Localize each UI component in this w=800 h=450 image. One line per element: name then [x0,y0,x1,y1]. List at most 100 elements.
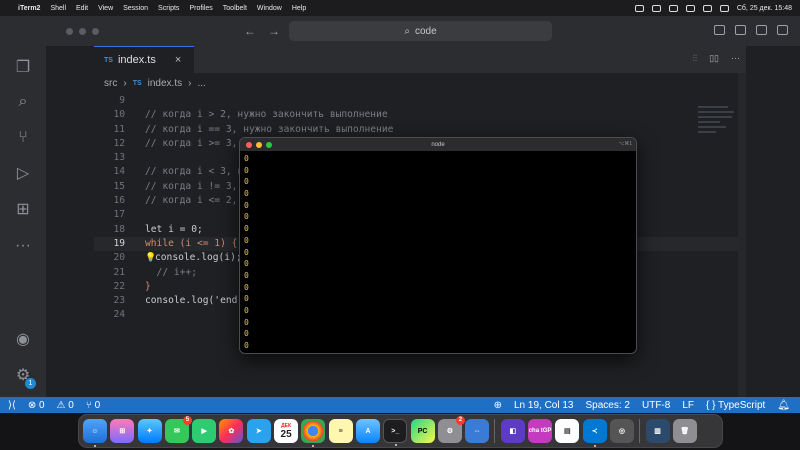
chatgpt-icon[interactable]: cha tGP [528,419,553,443]
zoom-window-button[interactable] [92,27,99,35]
encoding[interactable]: UTF-8 [642,400,670,411]
run-debug-icon[interactable]: ▷ [13,164,33,184]
menu-help[interactable]: Help [292,5,306,12]
status-icon-3[interactable] [668,4,678,12]
finder-icon[interactable]: ☺ [83,419,107,447]
command-center-search[interactable]: ⌕ code [289,21,552,41]
menu-toolbelt[interactable]: Toolbelt [223,5,247,12]
preview-icon[interactable]: ▤ [555,419,580,443]
app-store-icon[interactable]: A [355,419,380,443]
menu-scripts[interactable]: Scripts [158,5,179,12]
terminal-line: 0 [244,282,249,292]
dock-separator [639,419,641,443]
facetime-icon[interactable]: ▶ [192,419,217,443]
explorer-icon[interactable]: ❐ [13,58,33,78]
menubar-clock[interactable]: Сб, 25 дек. 15:48 [737,5,792,12]
code-line[interactable]: 9 [94,94,746,108]
line-text: console.log(i); [155,252,242,264]
terminal-line: 0 [244,200,249,210]
end-of-line[interactable]: LF [682,400,694,411]
menu-profiles[interactable]: Profiles [189,5,212,12]
more-actions-icon[interactable]: ··· [731,53,740,64]
close-window-button[interactable] [66,27,73,35]
photos-icon[interactable]: ✿ [219,419,244,443]
pycharm-icon[interactable]: PC [410,419,435,443]
terminal-app-icon[interactable]: >_ [383,419,408,446]
tab-actions: ⫶⫶ ▯▯ ··· [693,53,740,64]
breadcrumb-folder[interactable]: src [104,78,117,89]
launchpad-icon[interactable]: ⊞ [110,419,135,443]
toggle-panel-icon[interactable] [735,25,746,35]
line-number: 16 [113,195,125,207]
lightbulb-icon[interactable]: 💡 [145,251,156,265]
minimap[interactable] [698,106,738,166]
line-number: 10 [113,109,125,121]
breadcrumb-more[interactable]: ... [197,78,205,89]
tab-index-ts[interactable]: TS index.ts × [94,46,194,73]
back-arrow-icon[interactable]: ← [244,24,256,38]
editor-scrollbar[interactable] [738,73,746,397]
zoom-icon[interactable]: ⊕ [494,400,502,411]
ports-count[interactable]: ⑂ 0 [86,400,100,411]
breadcrumb-file[interactable]: index.ts [148,78,182,89]
telegram-icon[interactable]: ➤ [246,419,271,443]
search-icon[interactable]: ⌕ [13,92,33,112]
safari-icon[interactable]: ✦ [137,419,162,443]
cursor-position[interactable]: Ln 19, Col 13 [514,400,574,411]
code-line[interactable]: 10 // когда i > 2, нужно закончить выполн… [94,108,746,122]
system-settings-icon[interactable]: ⚙ 2 [437,416,465,443]
warnings-count[interactable]: ⚠ 0 [57,400,74,411]
line-number: 18 [113,223,125,235]
toggle-secondary-sidebar-icon[interactable] [756,25,767,35]
menu-view[interactable]: View [98,5,113,12]
trash-icon[interactable]: 🗑︎ [672,419,697,443]
manage-gear-icon[interactable]: ⚙ 1 [13,366,36,389]
line-text: console.log('end' [145,295,244,307]
status-icon-1[interactable] [634,4,644,12]
screenshot-icon[interactable]: ◎ [609,419,634,443]
code-line[interactable]: 11 // когда i == 3, нужно закончить выпол… [94,123,746,137]
menu-session[interactable]: Session [123,5,148,12]
notes-icon[interactable]: ≡ [328,419,353,443]
downloads-folder-icon[interactable]: ▥ [645,419,670,443]
forward-arrow-icon[interactable]: → [268,24,280,38]
teamviewer-icon[interactable]: ⇔ [465,419,490,443]
minimize-window-button[interactable] [79,27,86,35]
battery-icon[interactable] [702,4,712,12]
control-center-icon[interactable] [719,4,729,12]
extensions-icon[interactable]: ⊞ [13,200,33,220]
line-text: // когда i > 2, нужно закончить выполнен… [145,109,388,121]
settings-badge: 2 [455,416,465,425]
split-editor-icon[interactable]: ▯▯ [709,53,719,64]
accounts-icon[interactable]: ◉ [13,330,33,350]
status-icon-2[interactable] [651,4,661,12]
terminal-output[interactable]: 000000000000000000 [240,151,636,353]
open-changes-icon[interactable]: ⫶⫶ [693,53,698,64]
line-number: 24 [113,309,125,321]
messages-icon[interactable]: ✉ 5 [164,416,192,443]
menu-edit[interactable]: Edit [76,5,88,12]
dock-separator [494,419,496,443]
source-control-icon[interactable]: ⑂ [13,128,33,148]
more-icon[interactable]: ··· [13,236,33,256]
line-text: let i = 0; [145,223,203,235]
terminal-window[interactable]: node ⌥⌘1 000000000000000000 [239,137,637,354]
screen-tool-icon[interactable]: ◧ [500,419,525,443]
typescript-icon: TS [104,56,113,64]
notifications-bell-icon[interactable]: 🔔︎ [777,400,790,411]
language-mode[interactable]: { } TypeScript [706,400,765,411]
indentation[interactable]: Spaces: 2 [586,400,630,411]
errors-count[interactable]: ⊗ 0 [28,400,45,411]
toggle-sidebar-icon[interactable] [714,25,725,35]
customize-layout-icon[interactable] [777,25,788,35]
close-icon[interactable]: × [175,54,181,66]
macos-menubar: iTerm2 Shell Edit View Session Scripts P… [0,0,800,16]
wifi-icon[interactable] [685,4,695,12]
remote-indicator-icon[interactable]: ⟩⟨ [8,400,16,411]
vscode-icon[interactable]: ≺ [582,419,607,447]
chrome-icon[interactable] [301,419,326,447]
menu-window[interactable]: Window [257,5,282,12]
menu-app-name[interactable]: iTerm2 [18,5,40,12]
menu-shell[interactable]: Shell [50,5,66,12]
calendar-icon[interactable]: ДЕК 25 [274,419,299,443]
